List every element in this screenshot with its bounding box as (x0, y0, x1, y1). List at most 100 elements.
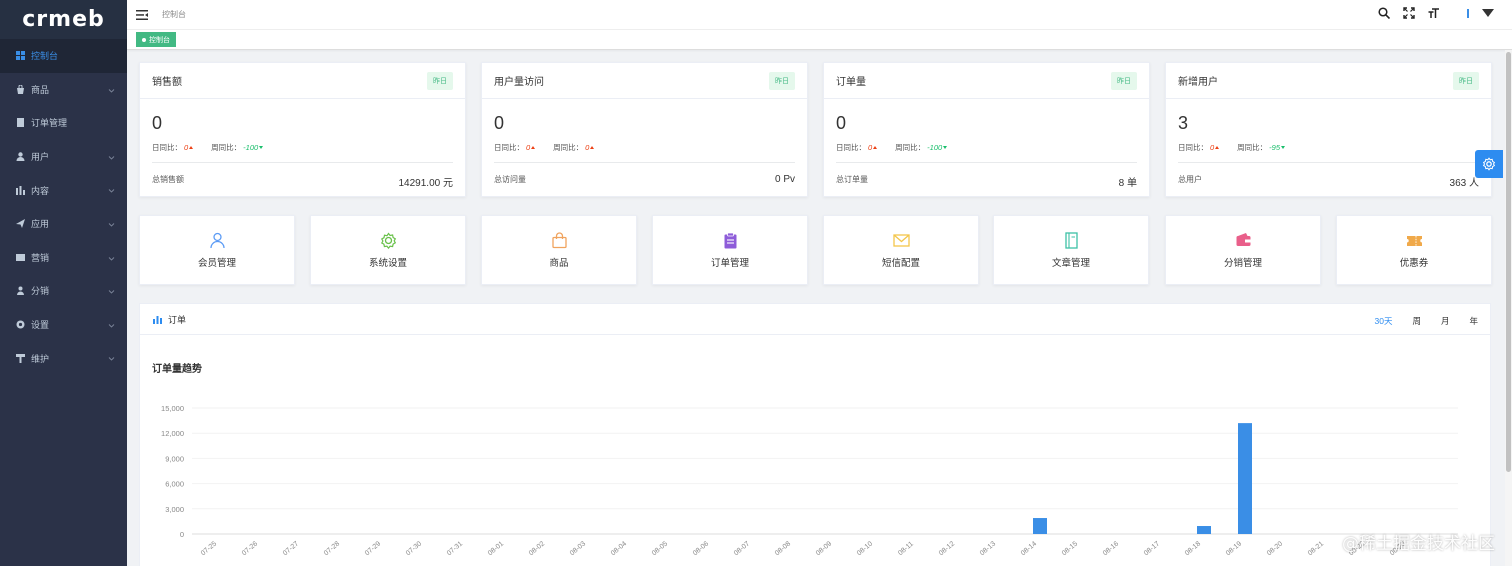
x-tick-label: 08-07 (733, 540, 751, 557)
quick-nav-item[interactable]: 系统设置 (310, 215, 466, 285)
total-value: 0 Pv (774, 174, 795, 185)
quick-nav-item[interactable]: 商品 (481, 215, 637, 285)
stat-footer: 总用户 363 人 (1178, 174, 1479, 189)
avatar[interactable] (1467, 8, 1469, 18)
stat-footer: 总订单量 8 单 (836, 174, 1137, 189)
week-compare-label: 周同比： (211, 143, 242, 152)
clipboard-icon (724, 232, 736, 248)
bar (1238, 423, 1252, 534)
menu-toggle-icon[interactable] (136, 9, 148, 20)
fullscreen-icon[interactable] (1403, 7, 1415, 19)
order-trend-chart: 0 3,000 6,000 9,000 12,000 15,000 07-25 07-26 07… (161, 404, 1458, 558)
x-tick-label: 07-28 (323, 540, 341, 557)
sidebar-item-2[interactable]: 订单管理 (0, 106, 127, 140)
range-tab[interactable]: 30天 (1374, 315, 1392, 327)
sidebar: crmeb 控制台 商品 订单管理用户内容应用营销 分销 设置维护 (0, 0, 127, 566)
sidebar-item-label: 内容 (31, 185, 50, 196)
day-compare-label: 日同比： (836, 143, 866, 152)
quick-nav-item[interactable]: 会员管理 (139, 215, 295, 285)
stat-compare: 日同比： 0 周同比： -100 (152, 142, 277, 153)
search-icon[interactable] (1378, 7, 1390, 19)
day-compare: 日同比： 0 (494, 142, 536, 153)
sidebar-item-7[interactable]: 分销 (0, 274, 127, 308)
week-compare: 周同比： -100 (211, 142, 264, 153)
member-icon (209, 232, 225, 248)
week-compare: 周同比： -100 (895, 142, 948, 153)
range-tab[interactable]: 月 (1441, 315, 1450, 327)
quick-nav-item[interactable]: 短信配置 (823, 215, 979, 285)
range-tab[interactable]: 周 (1412, 315, 1421, 327)
x-tick-label: 08-05 (651, 540, 669, 557)
x-tick-label: 08-04 (610, 540, 628, 557)
maintenance-icon (15, 353, 25, 363)
quick-nav-label: 商品 (549, 257, 569, 269)
week-compare-label: 周同比： (1237, 143, 1268, 152)
sidebar-item-label: 用户 (31, 152, 50, 163)
chevron-down-icon (108, 254, 115, 261)
day-compare: 日同比： 0 (836, 142, 878, 153)
x-tick-label: 08-06 (692, 540, 710, 557)
period-badge: 昨日 (1453, 71, 1479, 90)
sidebar-item-0[interactable]: 控制台 (0, 39, 127, 73)
sidebar-item-4[interactable]: 内容 (0, 173, 127, 207)
x-tick-label: 08-11 (897, 541, 915, 558)
sidebar-item-9[interactable]: 维护 (0, 341, 127, 375)
settings-float-button[interactable] (1475, 150, 1503, 178)
quick-nav-item[interactable]: 分销管理 (1165, 215, 1321, 285)
sidebar-item-5[interactable]: 应用 (0, 207, 127, 241)
x-tick-label: 08-14 (1020, 540, 1038, 557)
tag-dashboard[interactable]: 控制台 (136, 32, 176, 47)
bar-chart-icon (153, 315, 162, 324)
period-badge: 昨日 (427, 71, 453, 90)
sidebar-item-6[interactable]: 营销 (0, 241, 127, 275)
quick-nav-item[interactable]: 文章管理 (993, 215, 1149, 285)
stat-card-header: 新增用户 昨日 (1166, 63, 1491, 99)
total-label: 总订单量 (836, 175, 868, 184)
user-icon (15, 152, 25, 162)
font-size-icon[interactable] (1428, 7, 1440, 19)
sidebar-item-label: 应用 (31, 219, 50, 230)
day-compare-value: 0 (526, 143, 531, 152)
stat-compare: 日同比： 0 周同比： -95 (1178, 142, 1299, 153)
x-tick-label: 07-25 (200, 540, 218, 557)
period-badge: 昨日 (1111, 71, 1137, 90)
week-compare-value: -100 (243, 143, 259, 152)
arrow-down-icon (1281, 146, 1286, 149)
gear-icon (380, 231, 396, 249)
arrow-down-icon (259, 146, 264, 149)
bar (1197, 526, 1211, 534)
sidebar-item-1[interactable]: 商品 (0, 73, 127, 107)
x-tick-label: 07-27 (282, 540, 300, 557)
y-tick-label: 3,000 (165, 505, 184, 514)
y-tick-label: 0 (180, 530, 184, 539)
quick-nav-item[interactable]: 优惠券 (1336, 215, 1492, 285)
day-compare: 日同比： 0 (1178, 142, 1220, 153)
bar (1033, 518, 1047, 534)
divider (152, 162, 453, 163)
chevron-down-icon[interactable] (1482, 7, 1494, 19)
range-tab[interactable]: 年 (1469, 315, 1478, 327)
stat-title: 用户量访问 (494, 77, 544, 88)
top-toolbar (1378, 7, 1494, 19)
chevron-down-icon (108, 220, 115, 227)
sidebar-item-3[interactable]: 用户 (0, 140, 127, 174)
gear-icon (1482, 157, 1496, 171)
chevron-down-icon (108, 354, 115, 361)
scrollbar-thumb[interactable] (1506, 52, 1511, 472)
x-tick-label: 08-08 (774, 540, 792, 557)
sidebar-item-label: 维护 (31, 353, 50, 364)
sidebar-item-8[interactable]: 设置 (0, 308, 127, 342)
quick-nav-label: 优惠券 (1399, 257, 1429, 269)
day-compare-value: 0 (1210, 143, 1215, 152)
x-tick-label: 07-29 (364, 540, 382, 557)
wallet-icon (1236, 232, 1250, 246)
order-panel: 订单 30天 周 月 年 订单量趋势 0 3,000 6,000 9,000 12,000 15… (139, 303, 1491, 566)
day-compare-label: 日同比： (494, 143, 524, 152)
x-tick-label: 08-12 (938, 540, 956, 557)
distribution-icon (15, 286, 25, 296)
quick-nav-label: 系统设置 (368, 257, 407, 269)
logo[interactable]: crmeb (0, 0, 127, 39)
ticket-icon (1406, 235, 1422, 246)
quick-nav-item[interactable]: 订单管理 (652, 215, 808, 285)
total-label: 总销售额 (152, 175, 184, 184)
